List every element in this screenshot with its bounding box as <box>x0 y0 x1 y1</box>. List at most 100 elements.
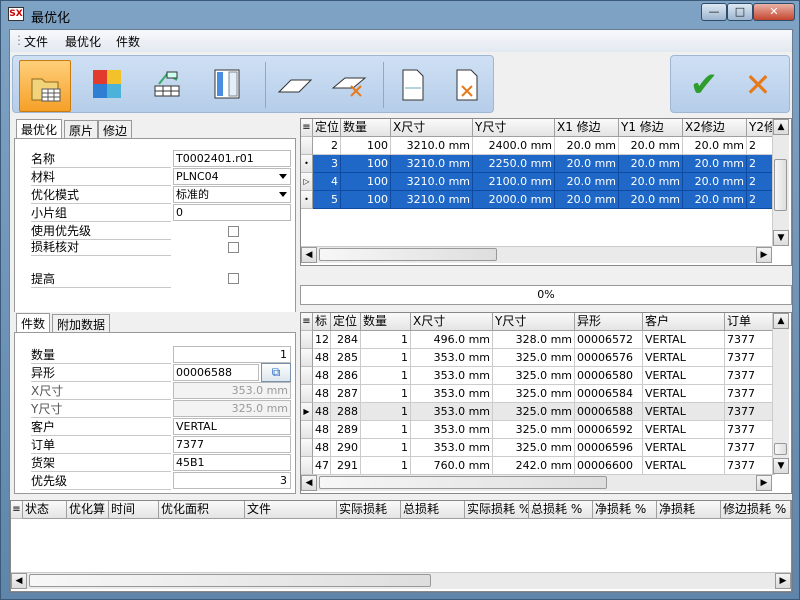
column-header[interactable]: X尺寸 <box>411 313 493 331</box>
menu-file[interactable]: 文件 <box>24 33 48 50</box>
page-button[interactable] <box>387 60 439 112</box>
minimize-button[interactable]: — <box>701 3 727 21</box>
vertical-scrollbar[interactable]: ▲ ▼ <box>772 313 789 474</box>
column-header[interactable]: 净损耗 % <box>593 501 657 519</box>
scroll-right-icon[interactable]: ▶ <box>775 573 791 589</box>
tab-trim[interactable]: 修边 <box>98 120 133 138</box>
scroll-left-icon[interactable]: ◀ <box>301 247 317 263</box>
scroll-up-icon[interactable]: ▲ <box>773 313 789 329</box>
shape-picker-button[interactable]: ⧉ <box>261 363 291 382</box>
column-header[interactable]: Y1 修边 <box>619 119 683 137</box>
waste-check-checkbox[interactable] <box>228 242 239 253</box>
parallelogram-button[interactable] <box>269 60 321 112</box>
column-header[interactable]: X尺寸 <box>391 119 473 137</box>
column-header[interactable]: 净损耗 <box>657 501 721 519</box>
panel-edge-button[interactable] <box>203 60 255 112</box>
horizontal-scroll-thumb[interactable] <box>319 248 497 261</box>
shape-field[interactable]: 00006588 <box>173 364 259 381</box>
horizontal-scrollbar[interactable]: ◀ ▶ <box>301 246 772 263</box>
tab-pieces[interactable]: 件数 <box>16 313 51 332</box>
table-row[interactable]: 48 286 1 353.0 mm 325.0 mm 00006580 VERTAL 7377 <box>301 367 791 385</box>
table-row[interactable]: 2 100 3210.0 mm 2400.0 mm 20.0 mm 20.0 mm 20.0… <box>301 137 791 155</box>
tab-optimize[interactable]: 最优化 <box>16 119 63 138</box>
column-header[interactable]: 优化面积 <box>159 501 245 519</box>
opt-mode-select[interactable]: 标准的 <box>173 186 291 203</box>
horizontal-scroll-thumb[interactable] <box>319 476 607 489</box>
customer-field[interactable]: VERTAL <box>173 418 291 435</box>
table-row[interactable]: 48 290 1 353.0 mm 325.0 mm 00006596 VERTAL 7377 <box>301 439 791 457</box>
column-header[interactable]: 文件 <box>245 501 337 519</box>
column-header[interactable]: 总损耗 % <box>529 501 593 519</box>
table-cell: 7377 <box>725 457 775 475</box>
column-header[interactable]: 客户 <box>643 313 725 331</box>
column-header[interactable]: Y尺寸 <box>493 313 575 331</box>
grid-menu-icon[interactable]: ≡ <box>301 119 313 137</box>
ok-button[interactable]: ✔ <box>679 60 729 112</box>
table-row[interactable]: • 3 100 3210.0 mm 2250.0 mm 20.0 mm 20.0 mm 20.… <box>301 155 791 173</box>
column-header[interactable]: X1 修边 <box>555 119 619 137</box>
scroll-down-icon[interactable]: ▼ <box>773 458 789 474</box>
piece-group-field[interactable]: 0 <box>173 204 291 221</box>
vertical-scroll-thumb[interactable] <box>774 159 787 211</box>
column-header[interactable]: 订单 <box>725 313 775 331</box>
table-row[interactable]: ▶ 48 288 1 353.0 mm 325.0 mm 00006588 VERTAL 737… <box>301 403 791 421</box>
grid-menu-icon[interactable]: ≡ <box>301 313 313 331</box>
table-row[interactable]: 47 291 1 760.0 mm 242.0 mm 00006600 VERTAL 7377 <box>301 457 791 475</box>
maximize-button[interactable]: □ <box>727 3 753 21</box>
vertical-scrollbar[interactable]: ▲ ▼ <box>772 119 789 246</box>
scroll-down-icon[interactable]: ▼ <box>773 230 789 246</box>
column-header[interactable]: 定位 <box>313 119 341 137</box>
table-row[interactable]: 48 287 1 353.0 mm 325.0 mm 00006584 VERTAL 7377 <box>301 385 791 403</box>
use-priority-checkbox[interactable] <box>228 226 239 237</box>
column-header[interactable]: 优化算 <box>67 501 109 519</box>
column-header[interactable]: 修边损耗 % <box>721 501 791 519</box>
tab-extra-data[interactable]: 附加数据 <box>52 314 111 332</box>
column-header[interactable]: 定位 <box>331 313 361 331</box>
scroll-left-icon[interactable]: ◀ <box>11 573 27 589</box>
table-row[interactable]: 48 285 1 353.0 mm 325.0 mm 00006576 VERTAL 7377 <box>301 349 791 367</box>
color-palette-button[interactable] <box>83 60 135 112</box>
table-row[interactable]: • 5 100 3210.0 mm 2000.0 mm 20.0 mm 20.0 mm 20.… <box>301 191 791 209</box>
column-header[interactable]: 状态 <box>23 501 67 519</box>
open-folder-button[interactable] <box>19 60 71 112</box>
name-field[interactable]: T0002401.r01 <box>173 150 291 167</box>
horizontal-scrollbar[interactable]: ◀ ▶ <box>301 474 772 491</box>
cancel-button[interactable]: ✕ <box>733 60 783 112</box>
close-button[interactable]: ✕ <box>753 3 795 21</box>
parallelogram-remove-button[interactable] <box>325 60 377 112</box>
scroll-right-icon[interactable]: ▶ <box>756 247 772 263</box>
scroll-left-icon[interactable]: ◀ <box>301 475 317 491</box>
column-header[interactable]: 数量 <box>361 313 411 331</box>
stack-pieces-button[interactable] <box>143 60 195 112</box>
order-field[interactable]: 7377 <box>173 436 291 453</box>
quantity-field[interactable]: 1 <box>173 346 291 363</box>
page-remove-button[interactable] <box>441 60 493 112</box>
column-header[interactable]: 标 <box>313 313 331 331</box>
table-cell: 20.0 mm <box>555 173 619 191</box>
column-header[interactable]: 实际损耗 <box>337 501 401 519</box>
material-select[interactable]: PLNC04 <box>173 168 291 185</box>
menu-pieces[interactable]: 件数 <box>116 33 140 50</box>
column-header[interactable]: 异形 <box>575 313 643 331</box>
improve-checkbox[interactable] <box>228 273 239 284</box>
table-cell: 496.0 mm <box>411 331 493 349</box>
column-header[interactable]: X2修边 <box>683 119 747 137</box>
horizontal-scroll-thumb[interactable] <box>29 574 431 587</box>
vertical-scroll-thumb[interactable] <box>774 443 787 455</box>
priority-field[interactable]: 3 <box>173 472 291 489</box>
table-row[interactable]: 48 289 1 353.0 mm 325.0 mm 00006592 VERTAL 7377 <box>301 421 791 439</box>
table-row[interactable]: 12 284 1 496.0 mm 328.0 mm 00006572 VERTAL 7377 <box>301 331 791 349</box>
column-header[interactable]: 总损耗 <box>401 501 465 519</box>
column-header[interactable]: 时间 <box>109 501 159 519</box>
column-header[interactable]: Y尺寸 <box>473 119 555 137</box>
rack-field[interactable]: 45B1 <box>173 454 291 471</box>
scroll-right-icon[interactable]: ▶ <box>756 475 772 491</box>
column-header[interactable]: 实际损耗 % <box>465 501 529 519</box>
column-header[interactable]: 数量 <box>341 119 391 137</box>
scroll-up-icon[interactable]: ▲ <box>773 119 789 135</box>
grid-menu-icon[interactable]: ≡ <box>11 501 23 519</box>
table-row[interactable]: ▷ 4 100 3210.0 mm 2100.0 mm 20.0 mm 20.0 mm 20.… <box>301 173 791 191</box>
tab-sheet[interactable]: 原片 <box>64 120 99 138</box>
menu-optimize[interactable]: 最优化 <box>65 33 101 50</box>
horizontal-scrollbar[interactable]: ◀ ▶ <box>11 572 791 589</box>
